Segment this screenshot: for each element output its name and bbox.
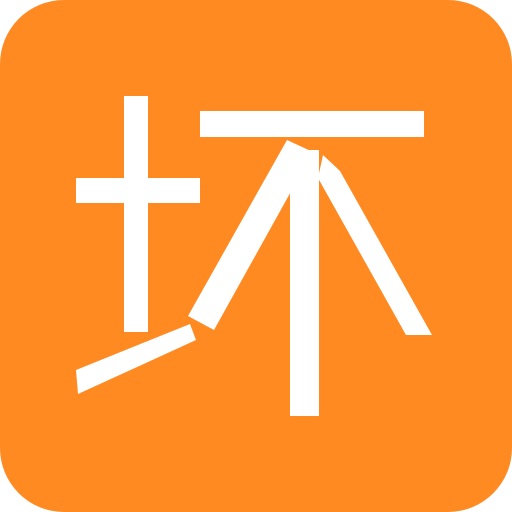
glyph-stroke	[76, 324, 196, 394]
glyph-stroke	[200, 111, 424, 137]
glyph-stroke	[290, 150, 319, 416]
glyph-stroke	[76, 96, 200, 332]
glyph-strokes	[76, 96, 432, 416]
bad-character-icon	[76, 96, 432, 416]
glyph-stroke	[318, 155, 432, 335]
app-icon: 坏	[0, 0, 512, 512]
